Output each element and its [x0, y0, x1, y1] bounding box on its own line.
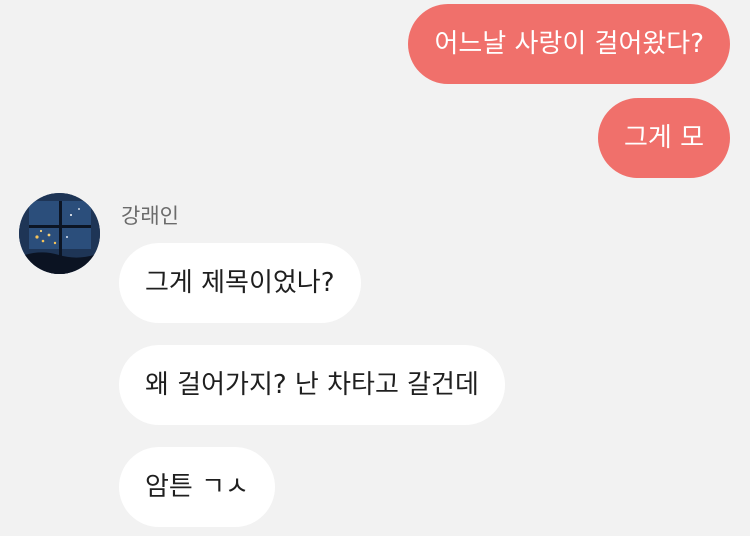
sender-name: 강래인: [121, 204, 179, 228]
outgoing-message[interactable]: 어느날 사랑이 걸어왔다?: [408, 4, 730, 84]
incoming-message[interactable]: 왜 걸어가지? 난 차타고 갈건데: [119, 345, 505, 425]
incoming-message[interactable]: 그게 제목이었나?: [119, 243, 361, 323]
avatar-image-icon: [19, 193, 100, 274]
outgoing-message[interactable]: 그게 모: [597, 98, 730, 178]
avatar[interactable]: [19, 193, 100, 274]
incoming-message[interactable]: 암튼 ㄱㅅ: [119, 447, 275, 527]
